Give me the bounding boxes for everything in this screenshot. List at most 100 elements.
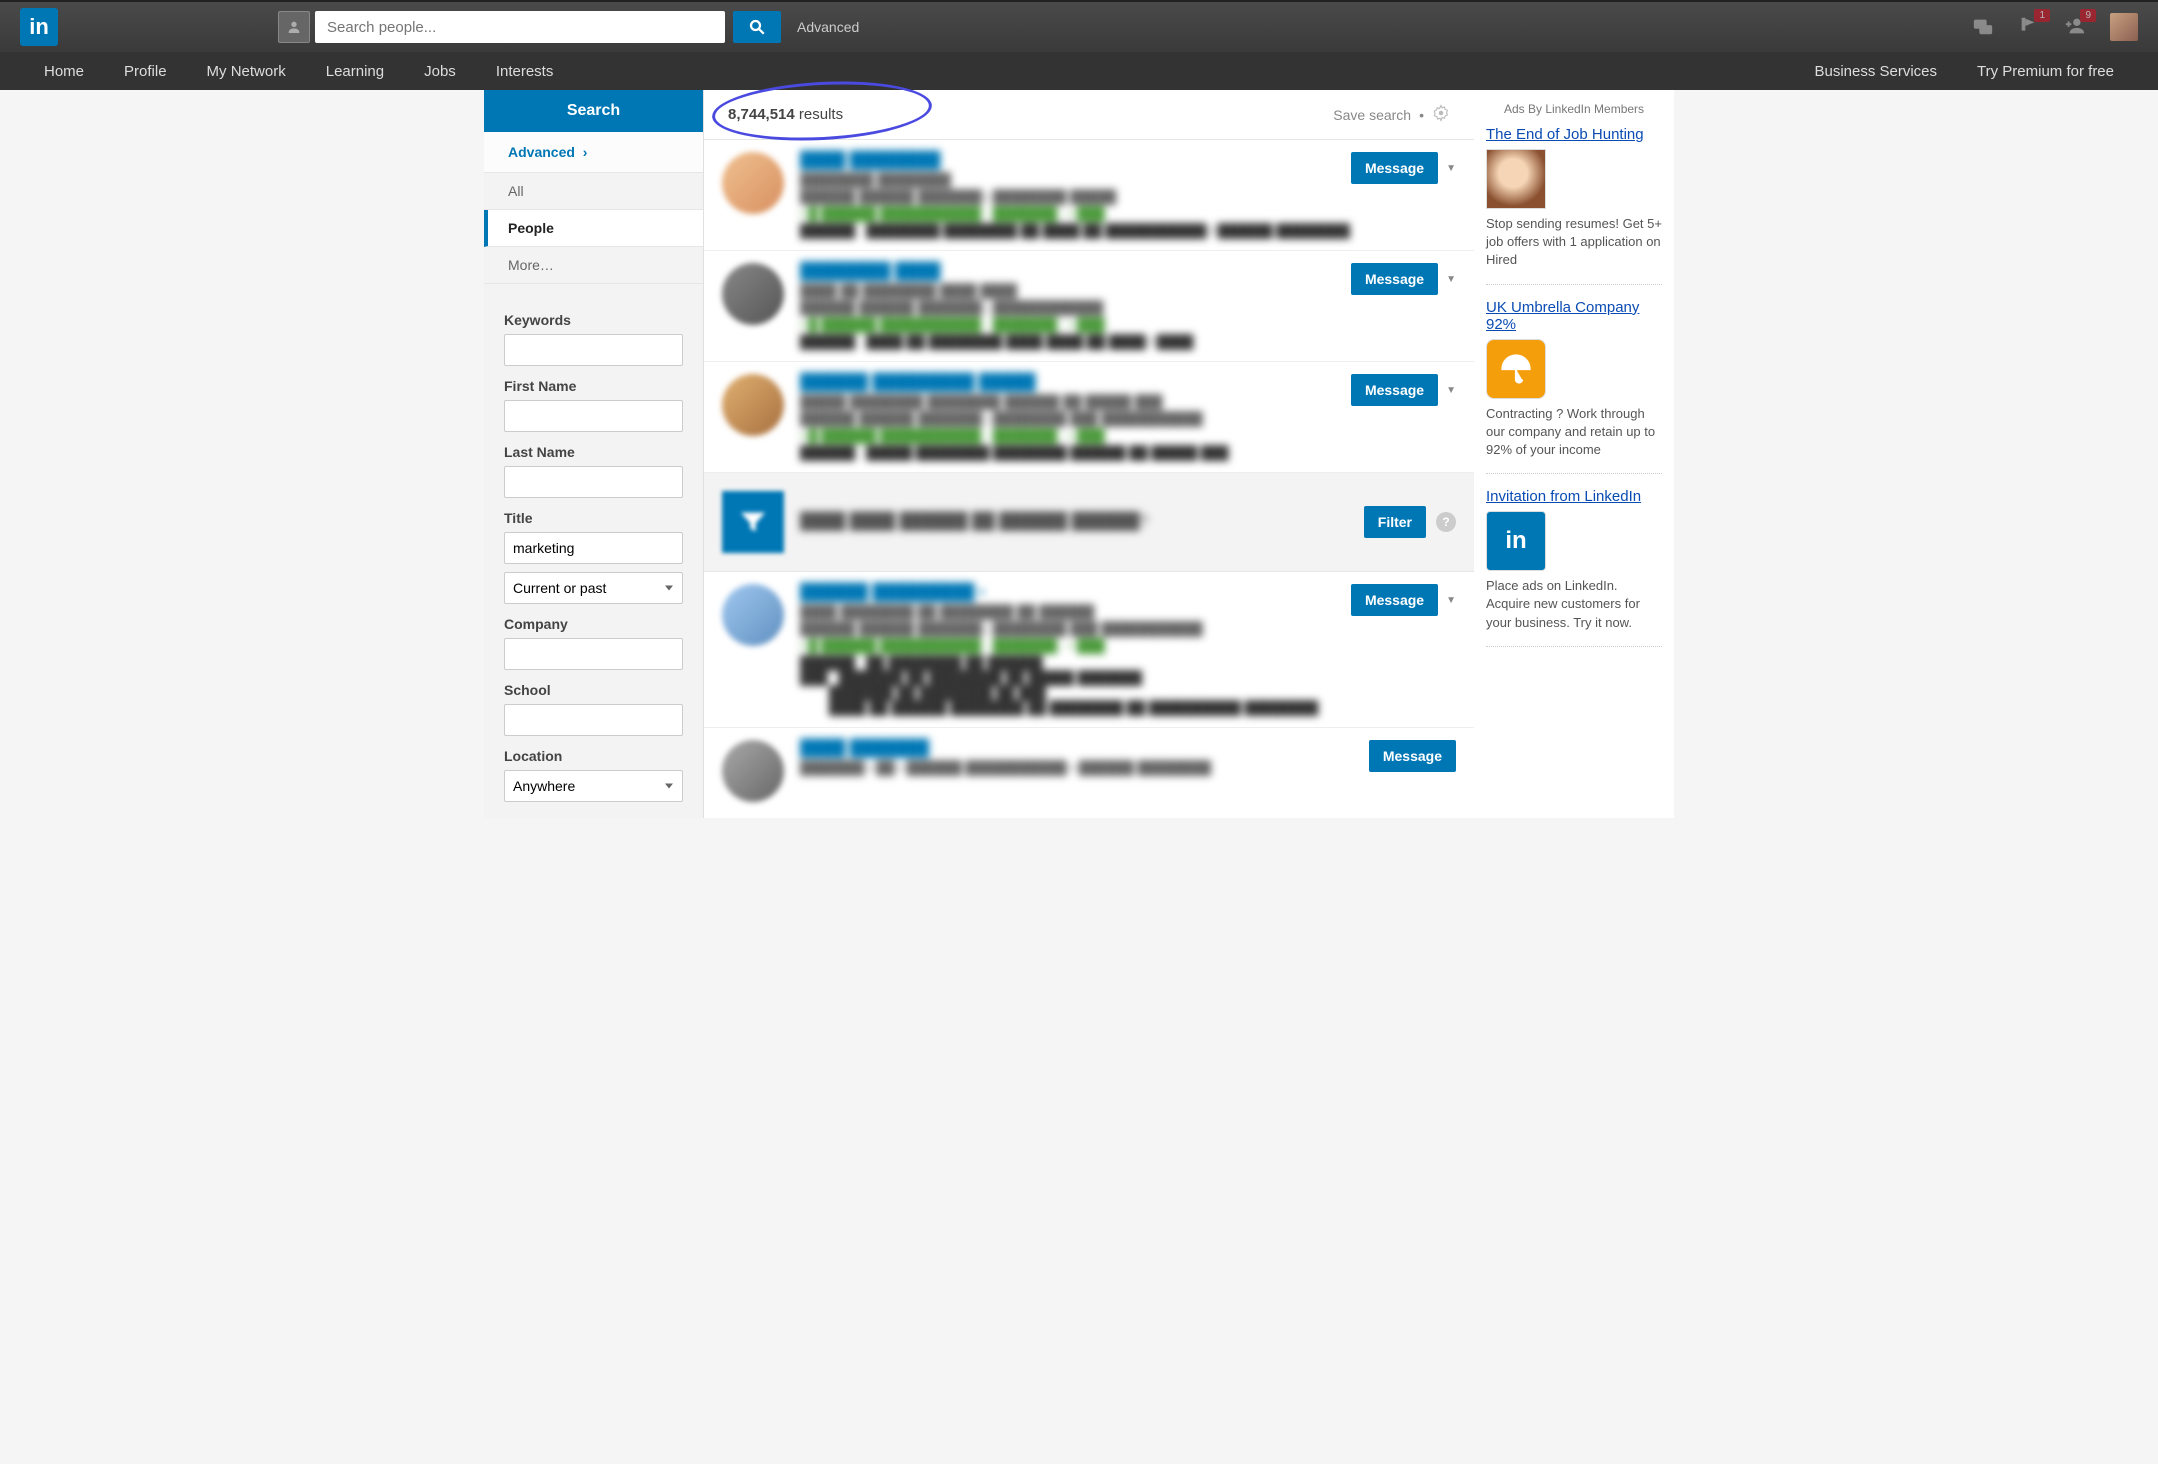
school-label: School (504, 682, 683, 698)
result-item[interactable]: ████████ ████ ████ ██ ████████ ████ ████… (704, 251, 1474, 362)
help-icon[interactable]: ? (1436, 512, 1456, 532)
message-button[interactable]: Message (1369, 740, 1456, 772)
first-name-label: First Name (504, 378, 683, 394)
filter-suggestion-text: ████ ████ ██████ ██ ██████ ██████? (800, 513, 1364, 531)
top-bar: in Advanced 1 9 (0, 0, 2158, 52)
result-body: ████ ████████ ████████ ████████ ██████ █… (800, 152, 1351, 238)
ads-header: Ads By LinkedIn Members (1486, 102, 1662, 116)
result-avatar[interactable] (722, 152, 784, 214)
nav-interests[interactable]: Interests (476, 63, 574, 80)
sidebar-filter-all[interactable]: All (484, 173, 703, 210)
notifications-badge: 1 (2034, 9, 2050, 22)
sidebar: Search Advanced › All People More… Keywo… (484, 90, 704, 818)
save-search-group: Save search • (1333, 104, 1450, 125)
user-avatar[interactable] (2110, 13, 2138, 41)
sidebar-advanced-link[interactable]: Advanced › (484, 132, 703, 173)
school-input[interactable] (504, 704, 683, 736)
chevron-right-icon: › (579, 144, 588, 160)
search-input[interactable] (315, 11, 725, 43)
result-body: ██████ █████████ █████ █████ ████████ ██… (800, 374, 1351, 460)
ad-title[interactable]: UK Umbrella Company 92% (1486, 299, 1662, 333)
ad-image (1486, 149, 1546, 209)
sidebar-search-header: Search (484, 90, 703, 132)
ad-text: Contracting ? Work through our company a… (1486, 405, 1662, 460)
result-item[interactable]: ████ ████████ ████████ ████████ ██████ █… (704, 140, 1474, 251)
results-count: 8,744,514 results (728, 106, 843, 123)
top-icons: 1 9 (1972, 13, 2138, 41)
result-item[interactable]: ████ ███████ ███████ ▪ ██ ▪ ██████ █████… (704, 728, 1474, 814)
separator-dot: • (1419, 107, 1424, 123)
ad-text: Place ads on LinkedIn. Acquire new custo… (1486, 577, 1662, 632)
message-button[interactable]: Message (1351, 152, 1438, 184)
message-button[interactable]: Message (1351, 584, 1438, 616)
results-header: 8,744,514 results Save search • (704, 90, 1474, 140)
linkedin-logo[interactable]: in (20, 8, 58, 46)
result-body: ████ ███████ ███████ ▪ ██ ▪ ██████ █████… (800, 740, 1369, 777)
nav-profile[interactable]: Profile (104, 63, 187, 80)
title-input[interactable] (504, 532, 683, 564)
result-avatar[interactable] (722, 374, 784, 436)
result-item[interactable]: ██████ █████████ █████ █████ ████████ ██… (704, 362, 1474, 473)
notifications-icon[interactable]: 1 (2018, 15, 2040, 40)
keywords-label: Keywords (504, 312, 683, 328)
sidebar-filter-people[interactable]: People (484, 210, 703, 247)
messages-icon[interactable] (1972, 15, 1994, 40)
nav-jobs[interactable]: Jobs (404, 63, 476, 80)
ad-title[interactable]: The End of Job Hunting (1486, 126, 1662, 143)
nav-home[interactable]: Home (24, 63, 104, 80)
result-body: ████████ ████ ████ ██ ████████ ████ ████… (800, 263, 1351, 349)
dropdown-caret-icon[interactable]: ▼ (1446, 595, 1456, 606)
main-container: Search Advanced › All People More… Keywo… (484, 90, 1674, 818)
result-avatar[interactable] (722, 584, 784, 646)
result-body: ██████ █████████ ▪ ████ ████████ ██ ████… (800, 584, 1351, 715)
advanced-search-link[interactable]: Advanced (797, 19, 859, 35)
company-input[interactable] (504, 638, 683, 670)
search-icon (748, 18, 766, 36)
result-avatar[interactable] (722, 740, 784, 802)
search-group: Advanced (278, 11, 859, 43)
search-button[interactable] (733, 11, 781, 43)
ad-card[interactable]: The End of Job Hunting Stop sending resu… (1486, 126, 1662, 285)
ad-text: Stop sending resumes! Get 5+ job offers … (1486, 215, 1662, 270)
ad-title[interactable]: Invitation from LinkedIn (1486, 488, 1662, 505)
message-button[interactable]: Message (1351, 374, 1438, 406)
results-count-number: 8,744,514 (728, 106, 795, 123)
results-main: 8,744,514 results Save search • ████ ███… (704, 90, 1474, 818)
last-name-label: Last Name (504, 444, 683, 460)
dropdown-caret-icon[interactable]: ▼ (1446, 385, 1456, 396)
ad-image: in (1486, 511, 1546, 571)
ad-card[interactable]: Invitation from LinkedIn in Place ads on… (1486, 488, 1662, 647)
location-select[interactable] (504, 770, 683, 802)
add-connection-icon[interactable]: 9 (2064, 15, 2086, 40)
result-item[interactable]: ██████ █████████ ▪ ████ ████████ ██ ████… (704, 572, 1474, 728)
title-scope-select[interactable] (504, 572, 683, 604)
connections-badge: 9 (2080, 9, 2096, 22)
dropdown-caret-icon[interactable]: ▼ (1446, 163, 1456, 174)
company-label: Company (504, 616, 683, 632)
nav-try-premium[interactable]: Try Premium for free (1957, 63, 2134, 80)
last-name-input[interactable] (504, 466, 683, 498)
first-name-input[interactable] (504, 400, 683, 432)
sidebar-advanced-label: Advanced (508, 144, 575, 160)
gear-icon[interactable] (1432, 104, 1450, 125)
dropdown-caret-icon[interactable]: ▼ (1446, 274, 1456, 285)
ad-image (1486, 339, 1546, 399)
filter-suggestion-row: ████ ████ ██████ ██ ██████ ██████? Filte… (704, 473, 1474, 572)
results-count-suffix: results (795, 106, 843, 123)
result-avatar[interactable] (722, 263, 784, 325)
right-rail: Ads By LinkedIn Members The End of Job H… (1474, 90, 1674, 818)
keywords-input[interactable] (504, 334, 683, 366)
search-type-picker[interactable] (278, 11, 310, 43)
filter-icon (722, 491, 784, 553)
title-label: Title (504, 510, 683, 526)
filter-button[interactable]: Filter (1364, 506, 1426, 538)
message-button[interactable]: Message (1351, 263, 1438, 295)
sidebar-form: Keywords First Name Last Name Title Comp… (484, 284, 703, 818)
ad-card[interactable]: UK Umbrella Company 92% Contracting ? Wo… (1486, 299, 1662, 475)
nav-my-network[interactable]: My Network (187, 63, 306, 80)
nav-business-services[interactable]: Business Services (1794, 63, 1957, 80)
save-search-link[interactable]: Save search (1333, 107, 1411, 123)
nav-bar: Home Profile My Network Learning Jobs In… (0, 52, 2158, 90)
nav-learning[interactable]: Learning (306, 63, 404, 80)
sidebar-filter-more[interactable]: More… (484, 247, 703, 284)
